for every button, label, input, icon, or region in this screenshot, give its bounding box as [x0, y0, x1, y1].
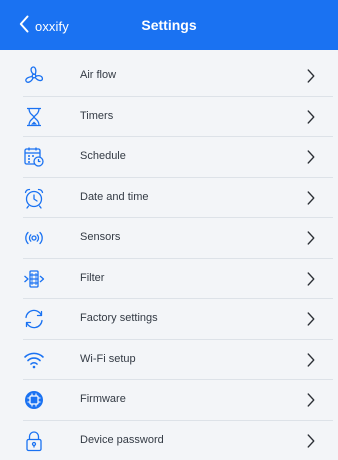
settings-item-factory-settings[interactable]: Factory settings — [23, 299, 333, 340]
hourglass-icon — [23, 106, 45, 128]
chip-icon — [23, 389, 45, 411]
settings-item-label: Schedule — [80, 150, 126, 162]
chevron-right-icon — [307, 433, 315, 448]
chevron-right-icon — [307, 393, 315, 407]
page-title: Settings — [141, 17, 197, 33]
sensor-waves-icon — [23, 227, 45, 249]
chevron-right-icon — [307, 69, 315, 83]
settings-screen: oxxify Settings Air flow Timers Schedule… — [0, 0, 338, 460]
chevron-right-icon — [307, 150, 315, 164]
settings-item-device-password[interactable]: Device password — [23, 421, 333, 460]
header-bar: oxxify Settings — [0, 0, 338, 50]
lock-icon — [23, 430, 45, 452]
settings-item-label: Wi-Fi setup — [80, 352, 136, 365]
settings-item-air-flow[interactable]: Air flow — [23, 56, 333, 97]
settings-item-label: Timers — [80, 109, 114, 122]
refresh-icon — [23, 308, 45, 330]
chevron-right-icon — [307, 231, 315, 245]
settings-item-firmware[interactable]: Firmware — [23, 380, 333, 421]
calendar-clock-icon — [23, 146, 45, 168]
alarm-clock-icon — [23, 187, 45, 209]
settings-item-sensors[interactable]: Sensors — [23, 218, 333, 259]
chevron-right-icon — [307, 190, 315, 205]
settings-item-label: Air flow — [80, 69, 117, 81]
fan-icon — [23, 65, 45, 87]
wifi-icon — [23, 349, 45, 371]
settings-item-label: Device password — [80, 433, 164, 446]
settings-item-label: Firmware — [80, 393, 126, 405]
settings-item-label: Date and time — [80, 190, 149, 203]
chevron-right-icon — [307, 312, 315, 326]
settings-item-label: Sensors — [80, 231, 121, 243]
settings-item-label: Filter — [80, 271, 105, 284]
settings-item-filter[interactable]: Filter — [23, 259, 333, 299]
settings-item-label: Factory settings — [80, 312, 158, 324]
filter-icon — [23, 268, 45, 290]
settings-item-wi-fi-setup[interactable]: Wi-Fi setup — [23, 340, 333, 380]
chevron-right-icon — [307, 109, 315, 124]
settings-item-timers[interactable]: Timers — [23, 97, 333, 137]
settings-item-schedule[interactable]: Schedule — [23, 137, 333, 178]
settings-list: Air flow Timers Schedule Date and time S… — [23, 56, 333, 460]
chevron-right-icon — [307, 271, 315, 286]
chevron-right-icon — [307, 352, 315, 367]
settings-item-date-and-time[interactable]: Date and time — [23, 178, 333, 218]
